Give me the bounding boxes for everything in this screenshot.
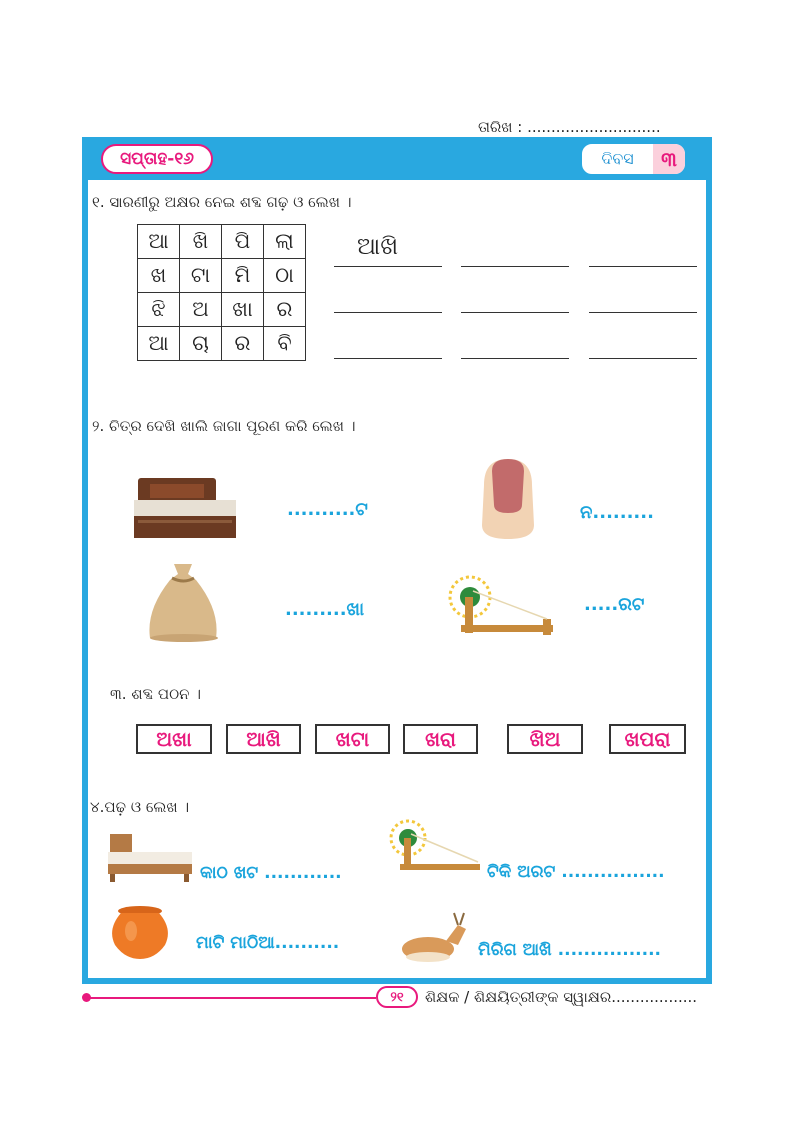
section4-instruction: ୪.ପଢ଼ ଓ ଲେଖ । xyxy=(90,798,190,816)
fill-blank-wheel[interactable]: .....ରଟ xyxy=(584,594,644,615)
read-write-item[interactable]: ଟିକି ଅରଟ ................ xyxy=(487,862,665,882)
fill-blank-nail[interactable]: ନ......... xyxy=(580,502,654,523)
word-card: ଆଖି xyxy=(226,724,301,754)
fill-blank-bed[interactable]: ..........ଟ xyxy=(287,499,368,520)
grid-cell: ଖ xyxy=(137,258,180,293)
grid-cell: ବି xyxy=(263,326,306,361)
grid-cell: ର xyxy=(221,326,264,361)
read-write-item[interactable]: ମିରିଗ ଆଖି ................ xyxy=(478,940,661,960)
letter-grid: ଆ ଖି ପି ଲା ଖ ଟା ମି ଠା ଝି ଅ ଖା ର ଆ ଚା ର ବ… xyxy=(137,224,306,361)
word-card: ଖପରା xyxy=(609,724,686,754)
grid-cell: ଆ xyxy=(137,326,180,361)
section1-instruction: ୧. ସାରଣୀରୁ ଅକ୍ଷର ନେଇ ଶବ୍ଦ ଗଢ଼ ଓ ଲେଖ । xyxy=(92,193,352,211)
answer-line[interactable] xyxy=(589,312,697,313)
section3-instruction: ୩. ଶବ୍ଦ ପଠନ । xyxy=(110,685,201,703)
day-badge: ଦିବସ ୩ xyxy=(580,142,687,176)
read-write-item[interactable]: କାଠ ଖଟ ............ xyxy=(200,863,342,883)
grid-cell: ଲା xyxy=(263,224,306,259)
answer-line[interactable] xyxy=(334,358,442,359)
day-label: ଦିବସ xyxy=(601,149,634,168)
answer-line[interactable] xyxy=(589,358,697,359)
sack-icon xyxy=(149,564,218,642)
read-write-item[interactable]: ମାଟି ମାଠିଆ.......... xyxy=(196,933,339,953)
footer-line xyxy=(88,997,376,999)
page-number: ୨୧ xyxy=(376,986,418,1008)
word-card: ଖଟା xyxy=(315,724,390,754)
word-card: ଅଖା xyxy=(136,724,212,754)
deer-icon xyxy=(402,912,466,962)
section2-instruction: ୨. ଚିତ୍ର ଦେଖି ଖାଲି ଜାଗା ପୂରଣ କରି ଲେଖ । xyxy=(92,417,356,435)
word-card: ଖରା xyxy=(403,724,478,754)
answer-line[interactable] xyxy=(589,266,697,267)
answer-line[interactable] xyxy=(461,358,569,359)
bed-icon xyxy=(108,834,192,882)
example-answer: ଆଖି xyxy=(357,232,399,260)
grid-cell: ଖି xyxy=(179,224,222,259)
grid-cell: ଖା xyxy=(221,292,264,327)
signature-field: ଶିକ୍ଷକ / ଶିକ୍ଷୟିତ୍ରୀଙ୍କ ସ୍ୱାକ୍ଷର........… xyxy=(425,988,698,1006)
grid-cell: ପି xyxy=(221,224,264,259)
grid-cell: ର xyxy=(263,292,306,327)
grid-cell: ଆ xyxy=(137,224,180,259)
fill-blank-sack[interactable]: .........ଖା xyxy=(285,599,364,620)
grid-cell: ଝି xyxy=(137,292,180,327)
spinning-wheel-icon xyxy=(448,575,553,635)
grid-cell: ଠା xyxy=(263,258,306,293)
word-card: ଖିଅ xyxy=(507,724,583,754)
grid-cell: ଚା xyxy=(179,326,222,361)
answer-line[interactable] xyxy=(334,312,442,313)
date-field: ତାରିଖ : ............................ xyxy=(478,118,661,136)
fingernail-icon xyxy=(482,459,534,539)
grid-cell: ମି xyxy=(221,258,264,293)
bed-icon xyxy=(134,478,236,538)
grid-cell: ଅ xyxy=(179,292,222,327)
answer-line[interactable] xyxy=(461,266,569,267)
week-badge: ସପ୍ତାହ-୧୬ xyxy=(101,144,213,174)
answer-line[interactable] xyxy=(334,266,442,267)
day-number: ୩ xyxy=(653,144,685,174)
spinning-wheel-icon xyxy=(389,819,480,870)
answer-line[interactable] xyxy=(461,312,569,313)
grid-cell: ଟା xyxy=(179,258,222,293)
clay-pot-icon xyxy=(112,906,168,959)
